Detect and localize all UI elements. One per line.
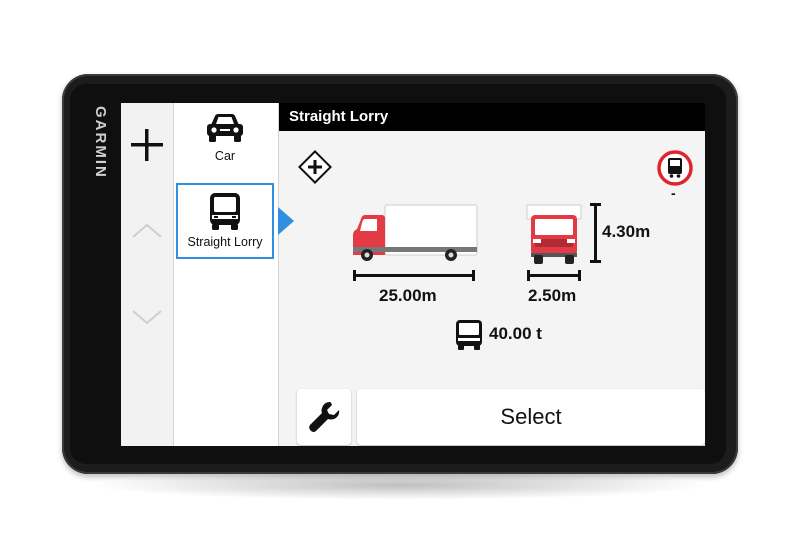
vehicle-item-straight-lorry[interactable]: Straight Lorry: [176, 183, 274, 259]
height-value: 4.30m: [602, 222, 651, 241]
scroll-up-button[interactable]: [130, 215, 164, 245]
height-dimension-line: [590, 203, 601, 263]
device-shadow: [90, 470, 710, 500]
select-button[interactable]: Select: [357, 389, 705, 445]
scroll-down-button[interactable]: [130, 303, 164, 333]
wrench-icon: [309, 402, 340, 432]
add-vehicle-button[interactable]: [125, 123, 169, 167]
weight-lorry-icon: [456, 320, 482, 350]
vehicle-profile-panel: - 25.00m 2.50m 4.30m 40.00 t Select: [279, 131, 705, 446]
width-value: 2.50m: [528, 286, 577, 305]
vehicle-item-car[interactable]: Car: [176, 105, 274, 179]
length-dimension-line: [353, 270, 475, 281]
bottom-action-bar: Select: [297, 389, 705, 445]
width-dimension-line: [527, 270, 581, 281]
lorry-icon: [210, 193, 240, 230]
page-header: Straight Lorry: [279, 103, 705, 131]
chevron-up-icon: [132, 223, 162, 238]
screen: Car Straight Lorry Straight Lorry - 25.0…: [121, 103, 705, 446]
left-rail: [121, 103, 174, 446]
chevron-down-icon: [132, 310, 162, 325]
restriction-sign-icon: [657, 150, 693, 186]
lorry-front-icon: [526, 204, 582, 264]
hazmat-diamond-icon[interactable]: [297, 149, 333, 185]
restriction-value: -: [671, 185, 676, 201]
lorry-side-icon: [353, 204, 478, 261]
weight-value: 40.00 t: [489, 324, 542, 343]
plus-icon: [131, 129, 163, 161]
vehicle-list: Car Straight Lorry: [174, 103, 279, 446]
vehicle-item-label: Straight Lorry: [187, 235, 263, 249]
selection-pointer: [278, 207, 294, 235]
brand-logo: GARMIN: [92, 106, 109, 179]
length-value: 25.00m: [379, 286, 437, 305]
vehicle-item-label: Car: [214, 149, 236, 163]
tools-button[interactable]: [297, 389, 351, 445]
page-title: Straight Lorry: [289, 108, 389, 125]
car-icon: [207, 114, 243, 142]
